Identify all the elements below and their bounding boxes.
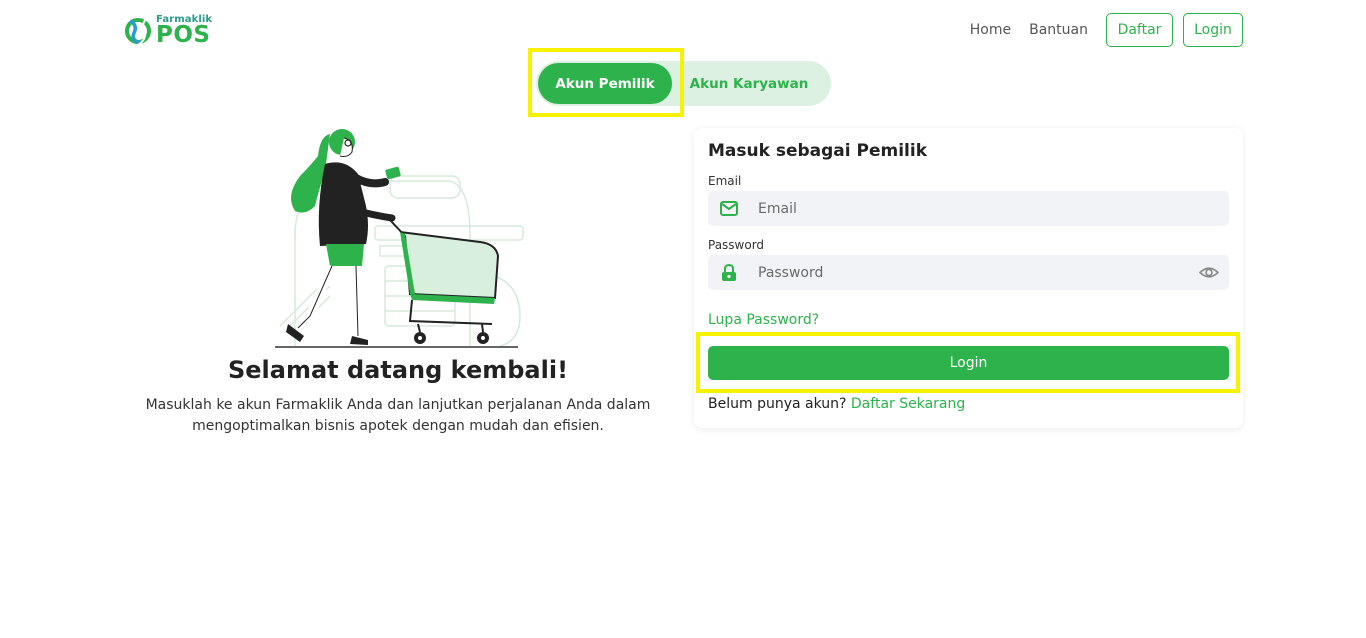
welcome-subtitle-line: Masuklah ke akun Farmaklik Anda dan lanj… [145, 397, 651, 413]
top-nav: Home Bantuan Daftar Login [970, 13, 1243, 47]
tab-employee-account[interactable]: Akun Karyawan [678, 63, 820, 104]
welcome-subtitle-line: mengoptimalkan bisnis apotek dengan muda… [192, 418, 604, 434]
email-label: Email [708, 174, 742, 188]
signup-prompt: Belum punya akun? Daftar Sekarang [708, 396, 965, 412]
welcome-subtitle: Masuklah ke akun Farmaklik Anda dan lanj… [130, 395, 666, 437]
signup-link[interactable]: Daftar Sekarang [851, 396, 965, 412]
register-button[interactable]: Daftar [1106, 13, 1173, 47]
password-label: Password [708, 238, 765, 252]
email-field[interactable] [708, 191, 1229, 226]
signup-prompt-text: Belum punya akun? [708, 396, 847, 412]
login-card: Masuk sebagai Pemilik Email Password Lup… [694, 128, 1243, 428]
password-input[interactable] [758, 255, 1158, 290]
login-button[interactable]: Login [708, 346, 1229, 380]
password-field[interactable] [708, 255, 1229, 290]
lock-icon [720, 263, 738, 282]
shopping-cart-illustration [275, 129, 524, 348]
brand-logo[interactable]: Farmaklik POS [124, 13, 224, 49]
logo-product-name: POS [156, 22, 211, 48]
nav-login-button[interactable]: Login [1183, 13, 1243, 47]
nav-home-link[interactable]: Home [970, 22, 1011, 38]
mail-icon [720, 200, 738, 218]
logo-icon [125, 18, 151, 46]
form-title: Masuk sebagai Pemilik [708, 141, 927, 161]
tab-owner-account[interactable]: Akun Pemilik [538, 63, 672, 104]
email-input[interactable] [758, 191, 1158, 226]
account-type-tabs: Akun Pemilik Akun Karyawan [536, 61, 831, 106]
nav-help-link[interactable]: Bantuan [1029, 22, 1088, 38]
eye-icon[interactable] [1198, 264, 1220, 281]
welcome-title: Selamat datang kembali! [227, 356, 569, 384]
forgot-password-link[interactable]: Lupa Password? [708, 312, 819, 328]
